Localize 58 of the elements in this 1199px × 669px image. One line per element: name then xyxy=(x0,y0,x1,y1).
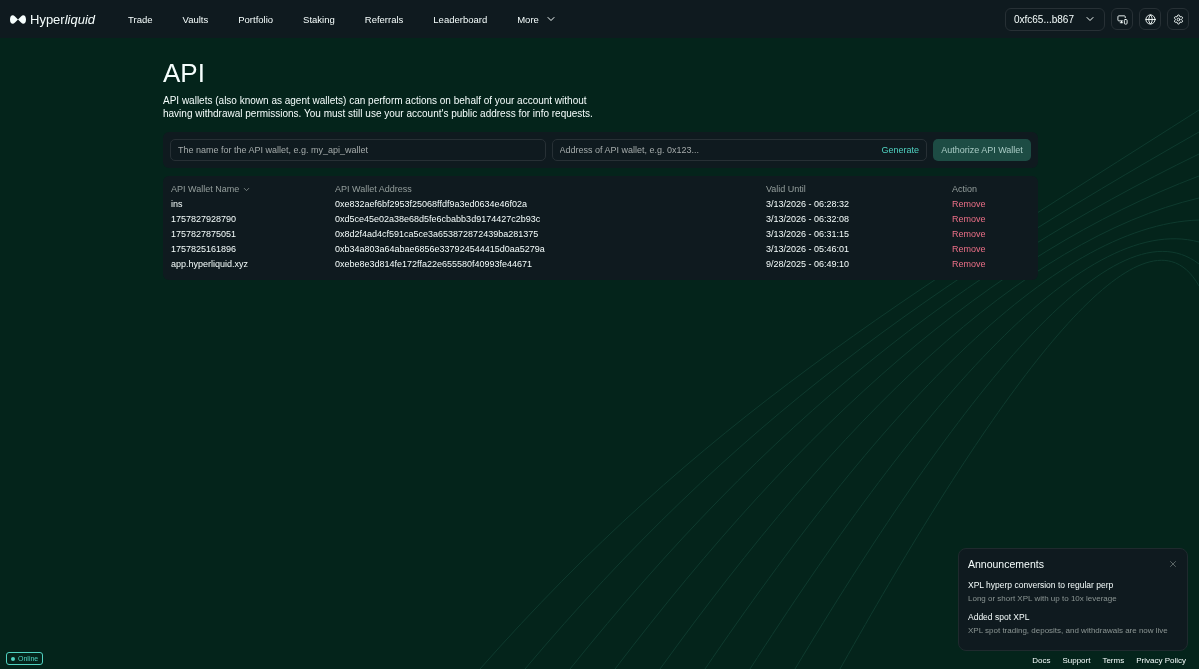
wallet-name: 1757827928790 xyxy=(171,214,237,224)
remove-link[interactable]: Remove xyxy=(952,199,986,209)
valid-until: 3/13/2026 - 05:46:01 xyxy=(766,244,850,254)
name-field[interactable]: The name for the API wallet, e.g. my_api_wallet xyxy=(170,139,546,161)
devices-button[interactable] xyxy=(1111,8,1133,30)
wallet-name: ins xyxy=(171,199,183,209)
wallet-address: 0xd5ce45e02a38e68d5fe6cbabb3d9174427c2b93c xyxy=(335,214,541,224)
announcement-text: XPL spot trading, deposits, and withdrawals are now live xyxy=(968,625,1169,636)
valid-until: 3/13/2026 - 06:31:15 xyxy=(766,229,850,239)
settings-button[interactable] xyxy=(1167,8,1189,30)
column-header: Action xyxy=(952,184,977,194)
announcement-title[interactable]: Added spot XPL xyxy=(968,612,1178,622)
valid-until: 3/13/2026 - 06:32:08 xyxy=(766,214,850,224)
page-title: API xyxy=(163,58,206,88)
nav-link[interactable]: Portfolio xyxy=(223,13,289,25)
generate-button[interactable]: Generate xyxy=(881,145,919,155)
account-button[interactable]: 0xfc65...b867 xyxy=(1004,7,1105,31)
remove-link[interactable]: Remove xyxy=(952,244,986,254)
column-header: Valid Until xyxy=(766,184,806,194)
valid-until: 3/13/2026 - 06:28:32 xyxy=(766,199,850,209)
footer-link[interactable]: Support xyxy=(1062,656,1091,665)
remove-link[interactable]: Remove xyxy=(952,214,986,224)
nav-link[interactable]: Staking xyxy=(288,13,350,25)
footer-link[interactable]: Terms xyxy=(1102,656,1125,665)
footer-link[interactable]: Privacy Policy xyxy=(1136,656,1186,665)
name-input[interactable]: The name for the API wallet, e.g. my_api_wallet xyxy=(178,145,538,155)
footer-link[interactable]: Docs xyxy=(1032,656,1051,665)
announcements-title: Announcements xyxy=(968,558,1044,570)
wallet-address: 0xb34a803a64abae6856e337924544415d0aa5279a xyxy=(335,244,545,254)
page-description: API wallets (also known as agent wallets) can perform actions on behalf of your account without having withdrawal permissions. You must still use your account's public address for info requests. xyxy=(163,94,594,120)
wallet-name: 1757827875051 xyxy=(171,229,237,239)
language-button[interactable] xyxy=(1139,8,1161,30)
remove-link[interactable]: Remove xyxy=(952,259,986,269)
announcement-title[interactable]: XPL hyperp conversion to regular perp xyxy=(968,580,1178,590)
settings-icon xyxy=(1172,13,1184,25)
column-header: API Wallet Address xyxy=(335,184,412,194)
address-input[interactable]: Address of API wallet, e.g. 0x123... xyxy=(559,145,882,155)
wallet-name: 1757825161896 xyxy=(171,244,237,254)
valid-until: 9/28/2025 - 06:49:10 xyxy=(766,259,850,269)
remove-link[interactable]: Remove xyxy=(952,229,986,239)
announcement-text: Long or short XPL with up to 10x leverage xyxy=(968,593,1118,604)
address-field[interactable]: Address of API wallet, e.g. 0x123... Generate xyxy=(551,139,927,161)
wallet-name: app.hyperliquid.xyz xyxy=(171,259,249,269)
nav-link[interactable]: Trade xyxy=(113,13,168,25)
wallet-address: 0x8d2f4ad4cf591ca5ce3a653872872439ba281375 xyxy=(335,229,539,239)
wallet-address: 0xebe8e3d814fe172ffa22e655580f40993fe44671 xyxy=(335,259,533,269)
globe-icon xyxy=(1144,13,1156,25)
brand-name: Hyperliquid xyxy=(30,11,96,27)
column-header[interactable]: API Wallet Name xyxy=(171,184,252,194)
close-button[interactable] xyxy=(1168,559,1178,569)
devices-icon xyxy=(1116,13,1128,25)
wallet-address: 0xe832aef6bf2953f25068ffdf9a3ed0634e46f02a xyxy=(335,199,528,209)
nav-link[interactable]: More xyxy=(502,13,572,25)
nav-link[interactable]: Vaults xyxy=(167,13,224,25)
close-icon xyxy=(1168,559,1178,569)
nav-link[interactable]: Leaderboard xyxy=(418,13,503,25)
nav-link[interactable]: Referrals xyxy=(349,13,419,25)
logo-icon xyxy=(10,13,26,25)
